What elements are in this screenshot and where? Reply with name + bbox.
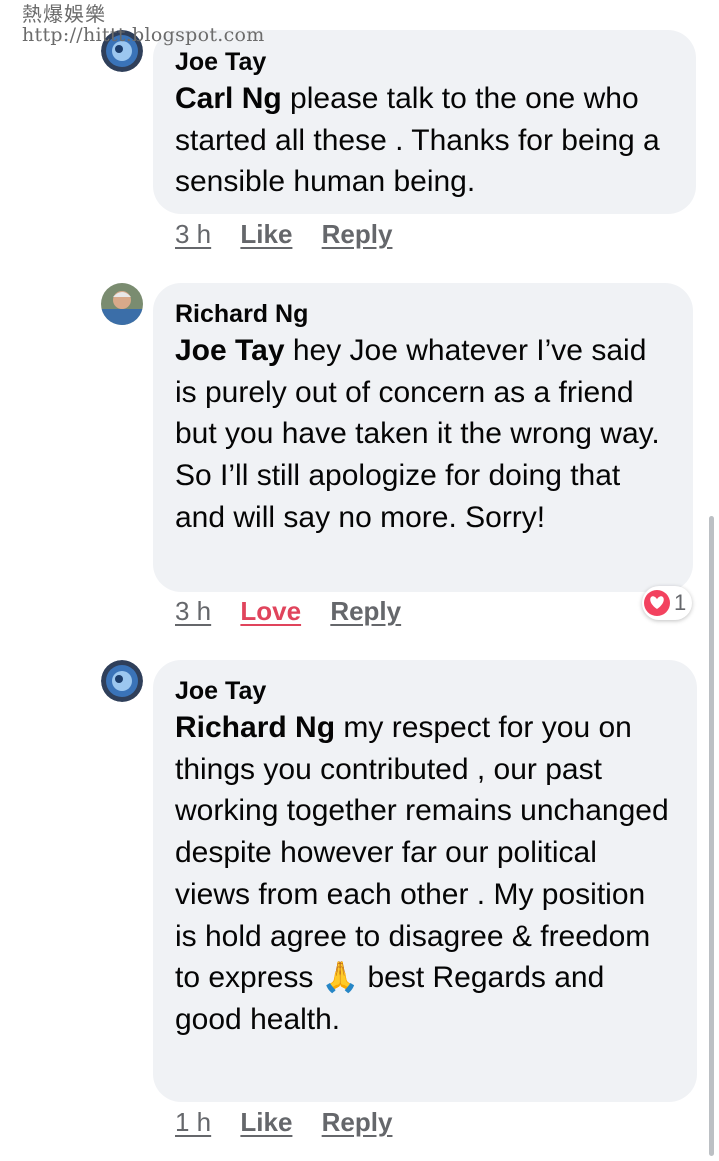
mention[interactable]: Joe Tay bbox=[175, 334, 285, 367]
comment-text-rest: on things you contributed , our past wor… bbox=[175, 711, 669, 995]
reply-button[interactable]: Reply bbox=[322, 1107, 393, 1137]
mention[interactable]: Richard Ng bbox=[175, 711, 335, 744]
comment-author[interactable]: Joe Tay bbox=[175, 676, 675, 706]
avatar[interactable] bbox=[101, 660, 143, 702]
reply-button[interactable]: Reply bbox=[322, 219, 393, 249]
reply-button[interactable]: Reply bbox=[330, 596, 401, 626]
comment-actions: 1 h Like Reply bbox=[175, 1107, 414, 1138]
comment-text-line1: hey Joe whatever I’ve bbox=[284, 334, 583, 367]
love-reaction-button[interactable]: Love bbox=[240, 596, 301, 626]
timestamp-link[interactable]: 3 h bbox=[175, 219, 211, 249]
comment-text: Richard Ng my respect for you on things … bbox=[175, 707, 675, 1041]
reaction-count: 1 bbox=[674, 590, 687, 615]
like-button[interactable]: Like bbox=[240, 219, 292, 249]
like-button[interactable]: Like bbox=[240, 1107, 292, 1137]
comment-actions: 3 h Like Reply bbox=[175, 219, 414, 250]
comment-author[interactable]: Joe Tay bbox=[175, 47, 674, 77]
comment-text: Joe Tay hey Joe whatever I’ve said is pu… bbox=[175, 330, 671, 539]
watermark-url: http://hittt.blogspot.com bbox=[22, 24, 265, 46]
watermark: 熱爆娛樂 http://hittt.blogspot.com bbox=[22, 4, 265, 45]
comment-bubble: Joe Tay Carl Ng please talk to the one w… bbox=[153, 30, 696, 214]
comment-bubble: Richard Ng Joe Tay hey Joe whatever I’ve… bbox=[153, 283, 693, 592]
scrollbar[interactable] bbox=[709, 516, 714, 1156]
comment-actions: 3 h Love Reply bbox=[175, 596, 423, 627]
comment-text-line1: please talk to the one bbox=[290, 82, 576, 115]
watermark-title: 熱爆娛樂 bbox=[22, 2, 106, 26]
comment-text: Carl Ng please talk to the one who start… bbox=[175, 78, 674, 203]
comment-bubble: Joe Tay Richard Ng my respect for you on… bbox=[153, 660, 697, 1102]
timestamp-link[interactable]: 3 h bbox=[175, 596, 211, 626]
reaction-count-badge[interactable]: 1 bbox=[642, 586, 693, 620]
heart-icon bbox=[644, 590, 670, 616]
folded-hands-emoji-icon: 🙏 bbox=[321, 960, 360, 996]
comment-author[interactable]: Richard Ng bbox=[175, 299, 671, 329]
mention[interactable]: Carl Ng bbox=[175, 82, 282, 115]
timestamp-link[interactable]: 1 h bbox=[175, 1107, 211, 1137]
avatar[interactable] bbox=[101, 283, 143, 325]
comment-text-line1: my respect for you bbox=[343, 711, 591, 744]
